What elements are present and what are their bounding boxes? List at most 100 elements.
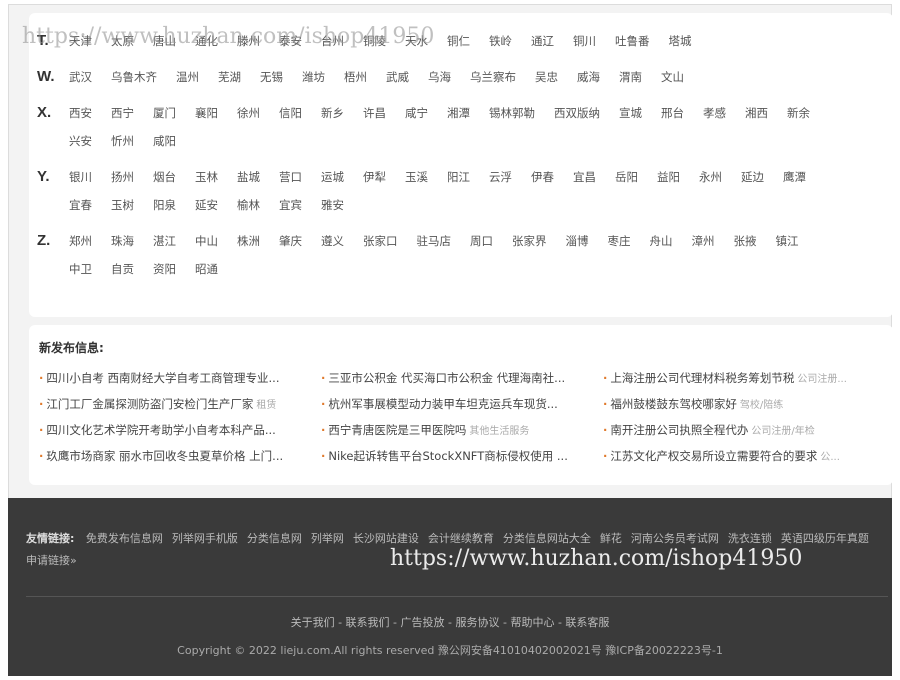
city-link[interactable]: 吴忠: [535, 63, 558, 91]
news-item-title[interactable]: 南开注册公司执照全程代办: [610, 423, 748, 437]
city-link[interactable]: 忻州: [111, 127, 134, 155]
city-link[interactable]: 自贡: [111, 255, 134, 283]
city-link[interactable]: 武威: [386, 63, 409, 91]
city-link[interactable]: 银川: [69, 163, 92, 191]
news-item-category[interactable]: 驾校/陪练: [740, 400, 783, 411]
city-link[interactable]: 张家口: [363, 227, 398, 255]
news-item-title[interactable]: 四川文化艺术学院开考助学小自考本科产品...: [46, 423, 275, 437]
city-link[interactable]: 昭通: [195, 255, 218, 283]
city-link[interactable]: 泰安: [279, 27, 302, 55]
friend-link[interactable]: 申请链接»: [26, 554, 77, 567]
city-link[interactable]: 玉树: [111, 191, 134, 219]
news-item-title[interactable]: Nike起诉转售平台StockXNFT商标侵权使用 ...: [328, 449, 568, 463]
city-link[interactable]: 淄博: [566, 227, 589, 255]
news-item[interactable]: · 江苏文化产权交易所设立需要符合的要求 公...: [603, 448, 885, 466]
city-link[interactable]: 营口: [279, 163, 302, 191]
city-link[interactable]: 阳泉: [153, 191, 176, 219]
city-link[interactable]: 厦门: [153, 99, 176, 127]
city-link[interactable]: 塔城: [669, 27, 692, 55]
friend-link[interactable]: 长沙网站建设: [353, 532, 419, 545]
news-item-title[interactable]: 上海注册公司代理材料税务筹划节税: [610, 371, 794, 385]
city-link[interactable]: 新余: [787, 99, 810, 127]
footer-nav-link[interactable]: 帮助中心: [510, 616, 554, 629]
news-item-title[interactable]: 江门工厂金属探测防盗门安检门生产厂家: [46, 397, 253, 411]
friend-link[interactable]: 列举网: [311, 532, 344, 545]
city-link[interactable]: 玉溪: [405, 163, 428, 191]
news-item[interactable]: · 三亚市公积金 代买海口市公积金 代理海南社...: [321, 370, 603, 388]
city-link[interactable]: 乌海: [428, 63, 451, 91]
city-link[interactable]: 宣城: [619, 99, 642, 127]
city-link[interactable]: 宜春: [69, 191, 92, 219]
news-item-category[interactable]: 公...: [820, 452, 840, 463]
city-link[interactable]: 唐山: [153, 27, 176, 55]
footer-nav-link[interactable]: 服务协议: [455, 616, 499, 629]
city-link[interactable]: 资阳: [153, 255, 176, 283]
city-link[interactable]: 鹰潭: [783, 163, 806, 191]
news-item[interactable]: · 江门工厂金属探测防盗门安检门生产厂家 租赁: [39, 396, 321, 414]
city-link[interactable]: 肇庆: [279, 227, 302, 255]
city-link[interactable]: 许昌: [363, 99, 386, 127]
city-link[interactable]: 云浮: [489, 163, 512, 191]
city-link[interactable]: 湛江: [153, 227, 176, 255]
city-link[interactable]: 滕州: [237, 27, 260, 55]
city-link[interactable]: 运城: [321, 163, 344, 191]
news-item-title[interactable]: 玖鹰市场商家 丽水市回收冬虫夏草价格 上门...: [46, 449, 283, 463]
city-link[interactable]: 株洲: [237, 227, 260, 255]
city-link[interactable]: 文山: [661, 63, 684, 91]
news-item-title[interactable]: 福州鼓楼鼓东驾校哪家好: [610, 397, 737, 411]
city-link[interactable]: 镇江: [776, 227, 799, 255]
city-link[interactable]: 驻马店: [417, 227, 452, 255]
city-link[interactable]: 宜宾: [279, 191, 302, 219]
city-link[interactable]: 天津: [69, 27, 92, 55]
footer-nav-link[interactable]: 联系客服: [565, 616, 609, 629]
city-link[interactable]: 张掖: [734, 227, 757, 255]
friend-link[interactable]: 河南公务员考试网: [631, 532, 719, 545]
city-link[interactable]: 舟山: [650, 227, 673, 255]
news-item[interactable]: · 四川文化艺术学院开考助学小自考本科产品...: [39, 422, 321, 440]
footer-nav-link[interactable]: 广告投放: [401, 616, 445, 629]
city-link[interactable]: 锡林郭勒: [489, 99, 535, 127]
city-link[interactable]: 玉林: [195, 163, 218, 191]
city-link[interactable]: 孝感: [703, 99, 726, 127]
city-link[interactable]: 徐州: [237, 99, 260, 127]
city-link[interactable]: 周口: [470, 227, 493, 255]
city-link[interactable]: 乌兰察布: [470, 63, 516, 91]
city-link[interactable]: 珠海: [111, 227, 134, 255]
city-link[interactable]: 榆林: [237, 191, 260, 219]
city-link[interactable]: 阳江: [447, 163, 470, 191]
news-item-title[interactable]: 江苏文化产权交易所设立需要符合的要求: [610, 449, 817, 463]
city-link[interactable]: 咸阳: [153, 127, 176, 155]
city-link[interactable]: 梧州: [344, 63, 367, 91]
city-link[interactable]: 温州: [176, 63, 199, 91]
city-link[interactable]: 信阳: [279, 99, 302, 127]
city-link[interactable]: 吐鲁番: [615, 27, 650, 55]
friend-link[interactable]: 鲜花: [600, 532, 622, 545]
news-item-category[interactable]: 其他生活服务: [469, 426, 529, 437]
city-link[interactable]: 漳州: [692, 227, 715, 255]
news-item[interactable]: · 上海注册公司代理材料税务筹划节税 公司注册...: [603, 370, 885, 388]
friend-link[interactable]: 分类信息网: [247, 532, 302, 545]
city-link[interactable]: 宜昌: [573, 163, 596, 191]
city-link[interactable]: 西双版纳: [554, 99, 600, 127]
news-item-category[interactable]: 公司注册...: [797, 374, 847, 385]
friend-link[interactable]: 分类信息网站大全: [503, 532, 591, 545]
news-item[interactable]: · 南开注册公司执照全程代办 公司注册/年检: [603, 422, 885, 440]
city-link[interactable]: 铜川: [573, 27, 596, 55]
city-link[interactable]: 中山: [195, 227, 218, 255]
city-link[interactable]: 张家界: [512, 227, 547, 255]
city-link[interactable]: 延边: [741, 163, 764, 191]
city-link[interactable]: 扬州: [111, 163, 134, 191]
city-link[interactable]: 湘西: [745, 99, 768, 127]
city-link[interactable]: 雅安: [321, 191, 344, 219]
city-link[interactable]: 武汉: [69, 63, 92, 91]
city-link[interactable]: 铜陵: [363, 27, 386, 55]
friend-link[interactable]: 会计继续教育: [428, 532, 494, 545]
news-item[interactable]: · 玖鹰市场商家 丽水市回收冬虫夏草价格 上门...: [39, 448, 321, 466]
city-link[interactable]: 襄阳: [195, 99, 218, 127]
city-link[interactable]: 威海: [577, 63, 600, 91]
city-link[interactable]: 岳阳: [615, 163, 638, 191]
footer-nav-link[interactable]: 关于我们: [291, 616, 335, 629]
city-link[interactable]: 遵义: [321, 227, 344, 255]
friend-link[interactable]: 免费发布信息网: [86, 532, 163, 545]
city-link[interactable]: 烟台: [153, 163, 176, 191]
